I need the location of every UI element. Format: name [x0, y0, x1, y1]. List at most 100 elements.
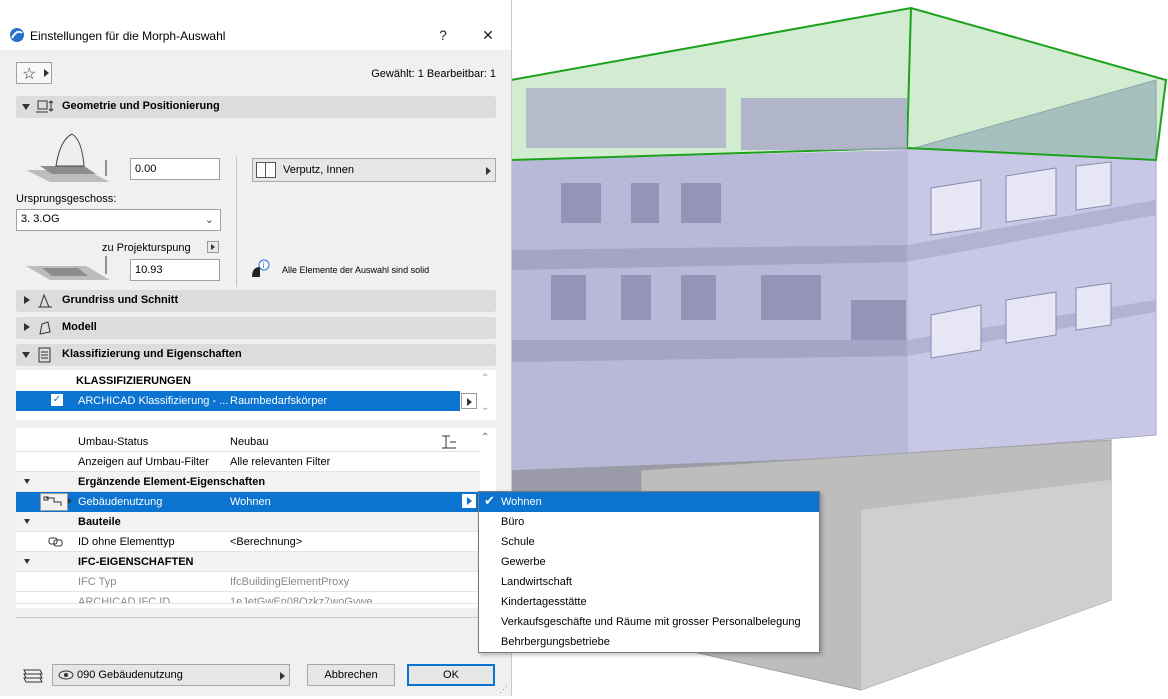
- surface-swatch-icon: [256, 162, 276, 178]
- classifications-header: KLASSIFIZIERUNGEN: [76, 375, 191, 387]
- property-row-renovation-status[interactable]: Umbau-Status Neubau: [16, 432, 480, 452]
- height-input[interactable]: [130, 158, 220, 180]
- checkbox-checked[interactable]: ✓: [51, 394, 63, 406]
- property-value: Neubau: [230, 436, 269, 448]
- title-bar: Einstellungen für die Morph-Auswahl ? ✕: [0, 0, 511, 50]
- property-name: Anzeigen auf Umbau-Filter: [78, 456, 209, 468]
- divider: [16, 617, 496, 618]
- ok-button[interactable]: OK: [407, 664, 495, 686]
- property-name: Gebäudenutzung: [78, 496, 163, 508]
- origin-story-label: Ursprungsgeschoss:: [16, 193, 117, 205]
- checkmark-icon: ✔: [484, 493, 495, 508]
- archicad-app-icon: [10, 28, 24, 42]
- help-button[interactable]: ?: [428, 20, 458, 50]
- star-icon: ☆: [22, 66, 37, 83]
- arrow-right-icon: [486, 167, 491, 175]
- origin-story-value: 3. 3.OG: [21, 213, 60, 225]
- arrow-right-icon: [211, 244, 215, 250]
- cancel-button[interactable]: Abbrechen: [307, 664, 395, 686]
- classification-row[interactable]: ✓ ARCHICAD Klassifizierung - ... Raumbed…: [16, 391, 460, 411]
- panel-classification-header[interactable]: Klassifizierung und Eigenschaften: [16, 344, 496, 366]
- property-row-renovation-filter[interactable]: Anzeigen auf Umbau-Filter Alle relevante…: [16, 452, 480, 472]
- group-label: Bauteile: [78, 516, 121, 528]
- property-value: IfcBuildingElementProxy: [230, 576, 350, 588]
- dropdown-option[interactable]: Gewerbe: [479, 552, 819, 572]
- property-row-ifc-id[interactable]: ARCHICAD IFC ID 1eJetGwEn08Ozkz7woGvwe: [16, 592, 480, 604]
- dropdown-option[interactable]: Landwirtschaft: [479, 572, 819, 592]
- project-origin-label: zu Projekturspung: [102, 242, 191, 254]
- favorites-button[interactable]: ☆: [16, 62, 52, 84]
- group-ifc[interactable]: IFC-EIGENSCHAFTEN: [16, 552, 480, 572]
- expression-icon[interactable]: [40, 493, 68, 511]
- dropdown-option[interactable]: Büro: [479, 512, 819, 532]
- dropdown-option[interactable]: Behrbergungsbetriebe: [479, 632, 819, 652]
- property-name: ID ohne Elementtyp: [78, 536, 175, 548]
- arrow-right-icon: [68, 498, 72, 504]
- layer-stack-icon: [23, 669, 43, 683]
- model-icon: [39, 321, 51, 335]
- layer-select[interactable]: 090 Gebäudenutzung: [52, 664, 290, 686]
- eye-icon: [58, 670, 74, 680]
- property-name: IFC Typ: [78, 576, 117, 588]
- geometry-icon: [36, 100, 54, 113]
- arrow-right-icon: [44, 69, 49, 77]
- property-row-ifc-type[interactable]: IFC Typ IfcBuildingElementProxy: [16, 572, 480, 592]
- dropdown-option[interactable]: Schule: [479, 532, 819, 552]
- panel-geometry-header[interactable]: Geometrie und Positionierung: [16, 96, 496, 118]
- expand-triangle-icon: [24, 296, 30, 304]
- dialog-title: Einstellungen für die Morph-Auswahl: [30, 29, 226, 43]
- property-value: 1eJetGwEn08Ozkz7woGvwe: [230, 596, 373, 604]
- collapse-triangle-icon: [22, 104, 30, 110]
- scroll-up-icon[interactable]: ⌃: [481, 373, 489, 384]
- layer-label: 090 Gebäudenutzung: [77, 669, 183, 681]
- svg-text:i: i: [263, 261, 265, 270]
- close-button[interactable]: ✕: [473, 20, 503, 50]
- property-value: Wohnen: [230, 496, 271, 508]
- dropdown-option[interactable]: ✔ Wohnen: [479, 492, 819, 512]
- arrow-right-icon: [467, 497, 472, 505]
- collapse-triangle-icon: [22, 352, 30, 358]
- group-components[interactable]: Bauteile: [16, 512, 480, 532]
- link-icon: [48, 537, 63, 547]
- solid-note: Alle Elemente der Auswahl sind solid: [282, 265, 430, 275]
- dropdown-option[interactable]: Verkaufsgeschäfte und Räume mit grosser …: [479, 612, 819, 632]
- classification-menu-button[interactable]: [461, 393, 477, 409]
- divider: [236, 157, 237, 287]
- panel-model-header[interactable]: Modell: [16, 317, 496, 339]
- panel-classification-label: Klassifizierung und Eigenschaften: [62, 348, 242, 360]
- panel-floorplan-header[interactable]: Grundriss und Schnitt: [16, 290, 496, 312]
- property-row-id[interactable]: ID ohne Elementtyp <Berechnung>: [16, 532, 480, 552]
- panel-floorplan-label: Grundriss und Schnitt: [62, 294, 179, 306]
- property-value: Alle relevanten Filter: [230, 456, 331, 468]
- selection-count: Gewählt: 1 Bearbeitbar: 1: [371, 68, 496, 80]
- morph-settings-dialog: Einstellungen für die Morph-Auswahl ? ✕ …: [0, 0, 512, 696]
- scroll-up-icon[interactable]: ⌃: [481, 432, 489, 443]
- chevron-down-icon: ⌄: [204, 214, 214, 226]
- surface-material-label: Verputz, Innen: [283, 164, 354, 176]
- value-menu-button[interactable]: [462, 494, 476, 508]
- arrow-right-icon: [280, 672, 285, 680]
- building-use-dropdown[interactable]: ✔ Wohnen Büro Schule Gewerbe Landwirtsch…: [478, 491, 820, 653]
- collapse-triangle-icon: [24, 519, 30, 524]
- panel-model-label: Modell: [62, 321, 97, 333]
- origin-story-select[interactable]: 3. 3.OG ⌄: [16, 209, 221, 231]
- group-additional-properties[interactable]: Ergänzende Element-Eigenschaften: [16, 472, 480, 492]
- expand-triangle-icon: [24, 323, 30, 331]
- collapse-triangle-icon: [24, 479, 30, 484]
- resize-grip-icon[interactable]: ⋰: [499, 684, 508, 695]
- property-value: <Berechnung>: [230, 536, 303, 548]
- scroll-down-icon[interactable]: ⌄: [481, 402, 489, 413]
- dropdown-option[interactable]: Kindertagesstätte: [479, 592, 819, 612]
- surface-material-button[interactable]: Verputz, Innen: [252, 158, 496, 182]
- classification-system: ARCHICAD Klassifizierung - ...: [78, 395, 229, 407]
- property-name: Umbau-Status: [78, 436, 149, 448]
- property-row-building-use[interactable]: Gebäudenutzung Wohnen: [16, 492, 480, 512]
- property-name: ARCHICAD IFC ID: [78, 596, 171, 604]
- offset-input[interactable]: [130, 259, 220, 281]
- renovation-icon: [442, 435, 456, 449]
- classification-value: Raumbedarfskörper: [230, 395, 328, 407]
- group-label: Ergänzende Element-Eigenschaften: [78, 476, 266, 488]
- arrow-right-icon: [467, 398, 472, 406]
- list-icon: [38, 347, 51, 363]
- project-origin-menu-button[interactable]: [207, 241, 219, 253]
